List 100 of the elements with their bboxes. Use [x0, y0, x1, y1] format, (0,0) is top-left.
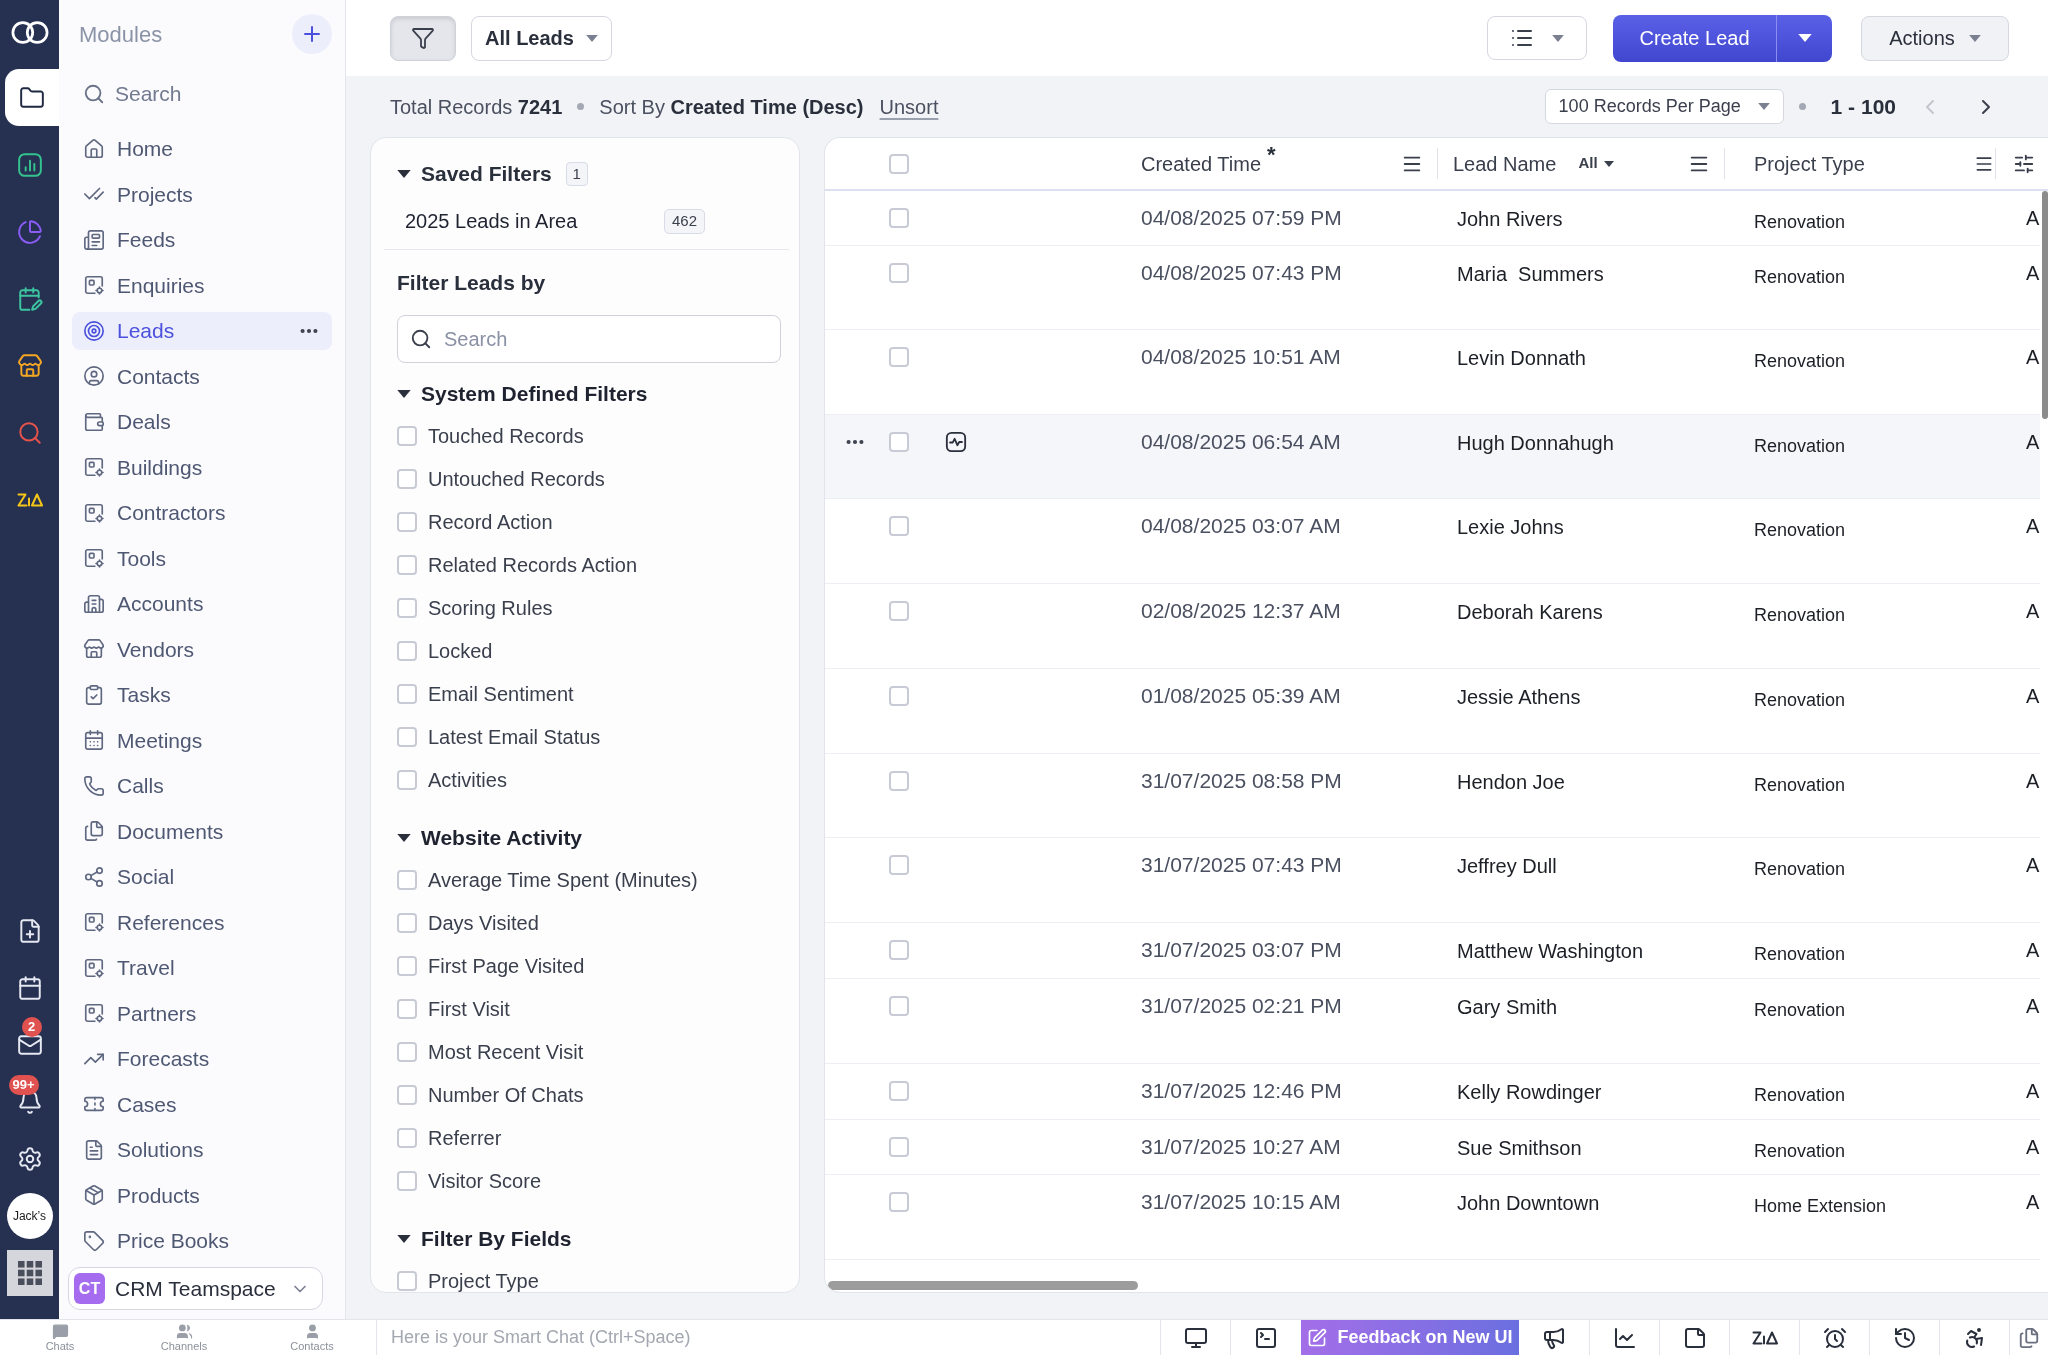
- megaphone-icon[interactable]: [1542, 1325, 1566, 1350]
- checkbox[interactable]: [889, 1192, 909, 1212]
- view-dropdown[interactable]: All Leads: [471, 15, 612, 61]
- sidebar-item[interactable]: Feeds: [72, 220, 332, 259]
- filter-option[interactable]: First Visit: [397, 987, 510, 1030]
- filter-option[interactable]: First Page Visited: [397, 944, 585, 987]
- filter-option[interactable]: Days Visited: [397, 901, 539, 944]
- sidebar-item[interactable]: Products: [72, 1176, 332, 1215]
- section-header[interactable]: Saved Filters 1: [397, 158, 588, 190]
- sidebar-item[interactable]: Contractors: [72, 493, 332, 532]
- checkbox[interactable]: [397, 998, 417, 1019]
- sidebar-item[interactable]: Cases: [72, 1085, 332, 1124]
- section-header[interactable]: Filter By Fields: [397, 1223, 572, 1255]
- checkbox[interactable]: [397, 597, 417, 618]
- store-icon[interactable]: [16, 352, 43, 379]
- magnifier-icon[interactable]: [16, 419, 43, 446]
- unsort-link[interactable]: Unsort: [879, 91, 939, 122]
- checkbox[interactable]: [397, 640, 417, 661]
- files-icon[interactable]: [2018, 1326, 2040, 1349]
- filter-option[interactable]: Latest Email Status: [397, 715, 601, 758]
- monitor-icon[interactable]: [1183, 1325, 1208, 1350]
- create-lead-button[interactable]: Create Lead: [1613, 14, 1776, 62]
- sidebar-item[interactable]: Accounts: [72, 584, 332, 623]
- sidebar-item[interactable]: Contacts: [72, 357, 332, 396]
- checkbox[interactable]: [889, 771, 909, 791]
- sidebar-item[interactable]: Deals: [72, 402, 332, 441]
- checkbox[interactable]: [397, 468, 417, 489]
- terminal-icon[interactable]: [1254, 1325, 1278, 1350]
- checkbox[interactable]: [889, 940, 909, 960]
- per-page-dropdown[interactable]: 100 Records Per Page: [1544, 89, 1784, 124]
- checkbox[interactable]: [889, 1081, 909, 1101]
- checkbox[interactable]: [397, 955, 417, 976]
- filter-option[interactable]: Project Type: [397, 1259, 539, 1292]
- checkbox[interactable]: [397, 425, 417, 446]
- filter-button[interactable]: [390, 15, 456, 61]
- filter-option[interactable]: Record Action: [397, 500, 553, 543]
- dropdown-button[interactable]: [1776, 14, 1832, 62]
- pie-chart-icon[interactable]: [16, 218, 43, 245]
- filter-option[interactable]: Visitor Score: [397, 1159, 541, 1202]
- grid-icon[interactable]: [6, 1249, 53, 1296]
- checkbox[interactable]: [397, 683, 417, 704]
- checkbox[interactable]: [889, 601, 909, 621]
- checkbox[interactable]: [397, 1084, 417, 1105]
- filter-option[interactable]: Activities: [397, 758, 507, 801]
- checkbox[interactable]: [397, 912, 417, 933]
- checkbox[interactable]: [889, 516, 909, 536]
- filter-dropdown[interactable]: All: [1578, 152, 1614, 175]
- checkbox[interactable]: [889, 996, 909, 1016]
- column-header[interactable]: Lead Name: [1453, 148, 1557, 179]
- sidebar-item[interactable]: Leads: [72, 311, 332, 350]
- column-header[interactable]: Created Time: [1141, 148, 1262, 179]
- bar-chart-icon[interactable]: [16, 151, 43, 178]
- settings-icon[interactable]: [16, 1145, 43, 1172]
- caret-down-icon[interactable]: [397, 390, 411, 398]
- sidebar-item[interactable]: Home: [72, 129, 332, 168]
- section-header[interactable]: Website Activity: [397, 822, 583, 854]
- checkbox[interactable]: [397, 1127, 417, 1148]
- table-row[interactable]: 04/08/2025 06:54 AM Hugh Donnahugh Renovation A: [825, 415, 2040, 499]
- checkbox[interactable]: [889, 208, 909, 228]
- checkbox[interactable]: [397, 769, 417, 790]
- checkbox[interactable]: [397, 1270, 417, 1291]
- feedback-button[interactable]: Feedback on New UI: [1301, 1320, 1519, 1355]
- checkbox[interactable]: [397, 511, 417, 532]
- filter-option[interactable]: Scoring Rules: [397, 586, 553, 629]
- search-field[interactable]: Search: [115, 78, 315, 110]
- zigzag-logo-icon[interactable]: [16, 491, 43, 508]
- filter-option[interactable]: Related Records Action: [397, 543, 637, 586]
- sliders-icon[interactable]: [2013, 152, 2035, 175]
- sidebar-item[interactable]: Travel: [72, 948, 332, 987]
- caret-down-icon[interactable]: [397, 170, 411, 178]
- checkbox[interactable]: [889, 347, 909, 367]
- sticky-note-icon[interactable]: [1682, 1325, 1707, 1350]
- sidebar-item[interactable]: Vendors: [72, 630, 332, 669]
- smart-chat-field[interactable]: Here is your Smart Chat (Ctrl+Space): [376, 1320, 1160, 1355]
- sidebar-item[interactable]: Meetings: [72, 721, 332, 760]
- sidebar-item[interactable]: Documents: [72, 812, 332, 851]
- checkbox[interactable]: [889, 153, 909, 174]
- sidebar-item[interactable]: References: [72, 903, 332, 942]
- checkbox[interactable]: [397, 726, 417, 747]
- view-mode-button[interactable]: [1487, 16, 1587, 60]
- sidebar-item[interactable]: Partners: [72, 994, 332, 1033]
- caret-down-icon[interactable]: [397, 1235, 411, 1243]
- filter-option[interactable]: Touched Records: [397, 414, 584, 457]
- calendar-pen-icon[interactable]: [16, 285, 43, 312]
- alarm-clock-icon[interactable]: [1822, 1325, 1847, 1350]
- filter-option[interactable]: Untouched Records: [397, 457, 605, 500]
- sidebar-item[interactable]: Price Books: [72, 1221, 332, 1260]
- saved-filter-item[interactable]: 2025 Leads in Area 462: [397, 200, 705, 242]
- sidebar-item[interactable]: Tools: [72, 539, 332, 578]
- sidebar-item[interactable]: Social: [72, 857, 332, 896]
- zigzag-logo-icon[interactable]: [1751, 1329, 1778, 1346]
- line-chart-icon[interactable]: [1612, 1325, 1637, 1350]
- sidebar-item[interactable]: Projects: [72, 175, 332, 214]
- checkbox[interactable]: [397, 554, 417, 575]
- sidebar-item[interactable]: Enquiries: [72, 266, 332, 305]
- sidebar-item[interactable]: Calls: [72, 766, 332, 805]
- filter-option[interactable]: Email Sentiment: [397, 672, 574, 715]
- sidebar-item[interactable]: Buildings: [72, 448, 332, 487]
- filter-option[interactable]: Locked: [397, 629, 493, 672]
- checkbox[interactable]: [889, 1137, 909, 1157]
